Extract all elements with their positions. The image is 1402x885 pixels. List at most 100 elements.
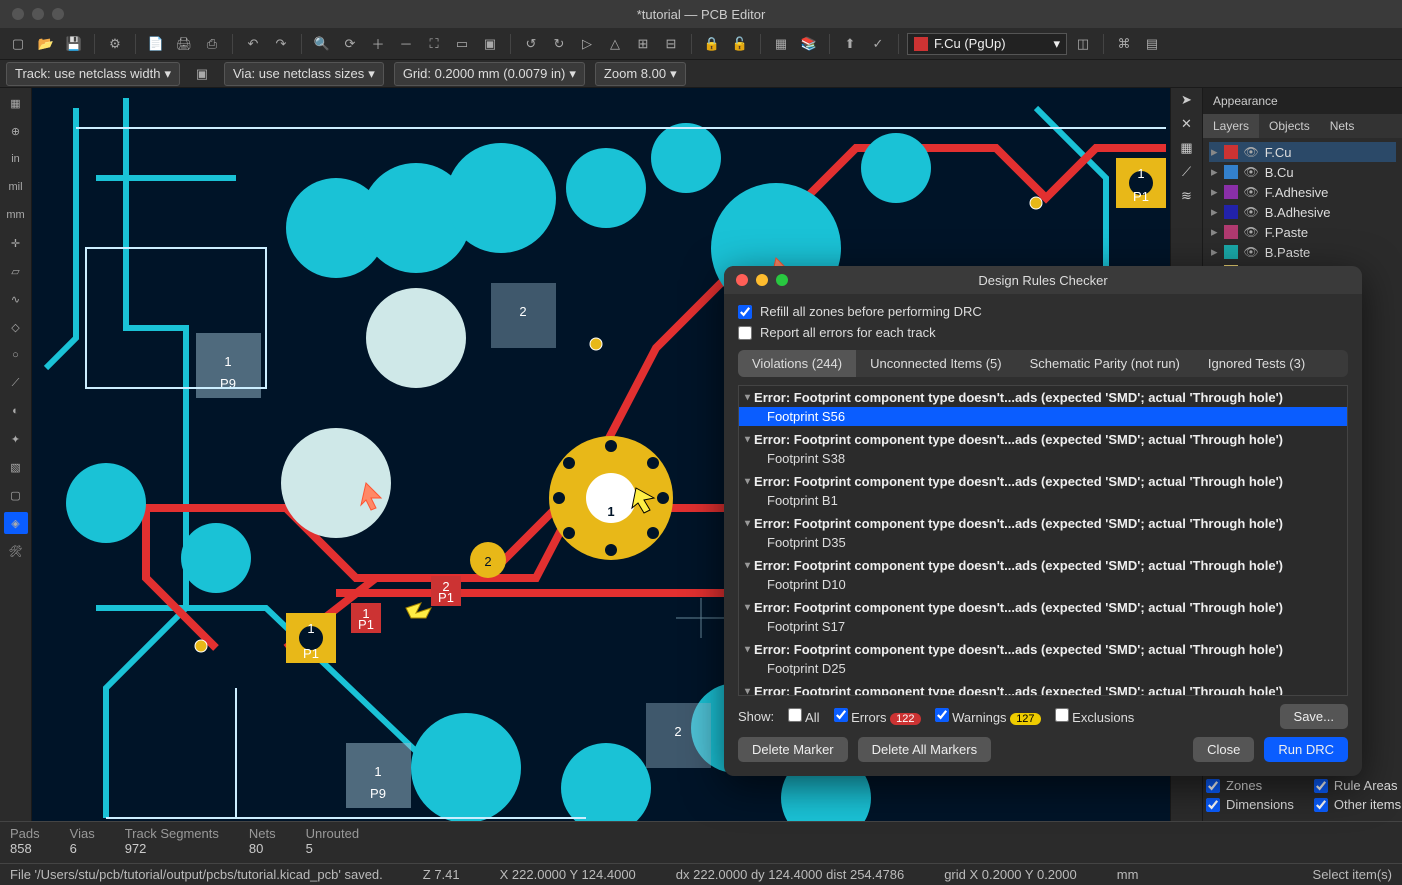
tab-violations[interactable]: Violations (244) xyxy=(738,350,856,377)
cursor-shape-icon[interactable]: ✛ xyxy=(4,232,28,254)
disclosure-icon[interactable]: ▾ xyxy=(745,476,750,487)
error-child[interactable]: Footprint D35 xyxy=(739,533,1347,552)
via-outline-icon[interactable]: ○ xyxy=(4,344,28,366)
group-icon[interactable]: ⊞ xyxy=(631,32,655,56)
open-icon[interactable]: 📂 xyxy=(34,32,58,56)
grid-dropdown[interactable]: Grid: 0.2000 mm (0.0079 in)▾ xyxy=(394,62,585,86)
layer-selector[interactable]: F.Cu (PgUp) ▾ xyxy=(907,33,1067,55)
disclosure-icon[interactable]: ▾ xyxy=(745,644,750,655)
rule-areas-checkbox[interactable]: Rule Areas xyxy=(1314,778,1401,793)
zoom-selection-icon[interactable]: ▣ xyxy=(478,32,502,56)
disclosure-icon[interactable]: ▾ xyxy=(745,602,750,613)
dimensions-checkbox[interactable]: Dimensions xyxy=(1206,797,1294,812)
route-diff-pair-icon[interactable]: ≋ xyxy=(1181,188,1192,204)
visibility-icon[interactable]: 👁 xyxy=(1244,205,1259,219)
update-from-schematic-icon[interactable]: ⬆ xyxy=(838,32,862,56)
dialog-window-controls[interactable] xyxy=(724,274,788,286)
show-all-checkbox[interactable]: All xyxy=(788,708,819,725)
zones-checkbox[interactable]: Zones xyxy=(1206,778,1294,793)
save-icon[interactable]: 💾 xyxy=(62,32,86,56)
via-size-dropdown[interactable]: Via: use netclass sizes▾ xyxy=(224,62,384,86)
minimize-icon[interactable] xyxy=(756,274,768,286)
other-items-checkbox[interactable]: Other items xyxy=(1314,797,1401,812)
library-icon[interactable]: 📚 xyxy=(797,32,821,56)
unlock-icon[interactable]: 🔓 xyxy=(728,32,752,56)
route-track-icon[interactable]: ⟋ xyxy=(1182,164,1191,180)
rotate-ccw-icon[interactable]: ↺ xyxy=(519,32,543,56)
run-drc-button[interactable]: Run DRC xyxy=(1264,737,1348,762)
visibility-icon[interactable]: 👁 xyxy=(1244,245,1259,259)
tab-ignored[interactable]: Ignored Tests (3) xyxy=(1194,350,1319,377)
redo-icon[interactable]: ↷ xyxy=(269,32,293,56)
polar-coords-icon[interactable]: ⊕ xyxy=(4,120,28,142)
delete-all-markers-button[interactable]: Delete All Markers xyxy=(858,737,991,762)
error-child[interactable]: Footprint D25 xyxy=(739,659,1347,678)
close-button[interactable]: Close xyxy=(1193,737,1254,762)
tab-objects[interactable]: Objects xyxy=(1259,114,1320,138)
ungroup-icon[interactable]: ⊟ xyxy=(659,32,683,56)
disclosure-icon[interactable]: ▾ xyxy=(745,434,750,445)
mirror-h-icon[interactable]: ▷ xyxy=(575,32,599,56)
show-warnings-checkbox[interactable]: Warnings 127 xyxy=(935,708,1041,725)
net-highlight-icon[interactable]: ✦ xyxy=(4,428,28,450)
show-exclusions-checkbox[interactable]: Exclusions xyxy=(1055,708,1135,725)
zone-display-icon[interactable]: ▧ xyxy=(4,456,28,478)
disclosure-icon[interactable]: ▾ xyxy=(745,392,750,403)
error-item[interactable]: ▾Error: Footprint component type doesn't… xyxy=(739,682,1347,696)
visibility-icon[interactable]: 👁 xyxy=(1244,145,1259,159)
disclosure-icon[interactable]: ▾ xyxy=(745,560,750,571)
zoom-refresh-icon[interactable]: ⟳ xyxy=(338,32,362,56)
new-icon[interactable]: ▢ xyxy=(6,32,30,56)
layer-row[interactable]: ▸👁B.Paste xyxy=(1209,242,1396,262)
close-icon[interactable] xyxy=(736,274,748,286)
grid-toggle-icon[interactable]: ▦ xyxy=(4,92,28,114)
violations-list[interactable]: ▾Error: Footprint component type doesn't… xyxy=(738,385,1348,696)
scripting-icon[interactable]: ⌘ xyxy=(1112,32,1136,56)
maximize-icon[interactable] xyxy=(52,8,64,20)
zoom-window-icon[interactable]: ▭ xyxy=(450,32,474,56)
units-mm-icon[interactable]: mm xyxy=(4,204,28,226)
mirror-v-icon[interactable]: △ xyxy=(603,32,627,56)
units-mil-icon[interactable]: mil xyxy=(4,176,28,198)
tab-layers[interactable]: Layers xyxy=(1203,114,1259,138)
error-item[interactable]: ▾Error: Footprint component type doesn't… xyxy=(739,472,1347,491)
error-child[interactable]: Footprint B1 xyxy=(739,491,1347,510)
error-child[interactable]: Footprint S56 xyxy=(739,407,1347,426)
refill-zones-checkbox[interactable]: Refill all zones before performing DRC xyxy=(738,304,1348,319)
layer-row[interactable]: ▸👁B.Adhesive xyxy=(1209,202,1396,222)
layer-row[interactable]: ▸👁F.Paste xyxy=(1209,222,1396,242)
disclosure-icon[interactable]: ▾ xyxy=(745,686,750,696)
zoom-fit-icon[interactable]: ⛶ xyxy=(422,32,446,56)
save-button[interactable]: Save... xyxy=(1280,704,1348,729)
footprint-editor-icon[interactable]: ▦ xyxy=(769,32,793,56)
disclosure-icon[interactable]: ▾ xyxy=(745,518,750,529)
error-item[interactable]: ▾Error: Footprint component type doesn't… xyxy=(739,556,1347,575)
print-icon[interactable]: 🖨 xyxy=(172,32,196,56)
error-child[interactable]: Footprint S17 xyxy=(739,617,1347,636)
track-width-dropdown[interactable]: Track: use netclass width▾ xyxy=(6,62,180,86)
error-child[interactable]: Footprint D10 xyxy=(739,575,1347,594)
local-ratsnest-icon[interactable]: ▦ xyxy=(1180,140,1192,156)
board-setup-icon[interactable]: ⚙ xyxy=(103,32,127,56)
tools-icon[interactable]: 🛠 xyxy=(4,540,28,562)
error-item[interactable]: ▾Error: Footprint component type doesn't… xyxy=(739,640,1347,659)
tab-unconnected[interactable]: Unconnected Items (5) xyxy=(856,350,1016,377)
layer-pair-icon[interactable]: ◫ xyxy=(1071,32,1095,56)
undo-icon[interactable]: ↶ xyxy=(241,32,265,56)
ratsnest-icon[interactable]: ▱ xyxy=(4,260,28,282)
lock-icon[interactable]: 🔒 xyxy=(700,32,724,56)
high-contrast-icon[interactable]: ◐ xyxy=(4,400,28,422)
ratsnest-curved-icon[interactable]: ∿ xyxy=(4,288,28,310)
visibility-icon[interactable]: 👁 xyxy=(1244,165,1259,179)
maximize-icon[interactable] xyxy=(776,274,788,286)
layer-row[interactable]: ▸👁F.Cu xyxy=(1209,142,1396,162)
layer-row[interactable]: ▸👁F.Adhesive xyxy=(1209,182,1396,202)
zoom-dropdown[interactable]: Zoom 8.00▾ xyxy=(595,62,686,86)
show-errors-checkbox[interactable]: Errors 122 xyxy=(834,708,921,725)
error-item[interactable]: ▾Error: Footprint component type doesn't… xyxy=(739,598,1347,617)
auto-track-width-icon[interactable]: ▣ xyxy=(190,62,214,86)
error-child[interactable]: Footprint S38 xyxy=(739,449,1347,468)
delete-marker-button[interactable]: Delete Marker xyxy=(738,737,848,762)
minimize-icon[interactable] xyxy=(32,8,44,20)
properties-icon[interactable]: ▤ xyxy=(1140,32,1164,56)
